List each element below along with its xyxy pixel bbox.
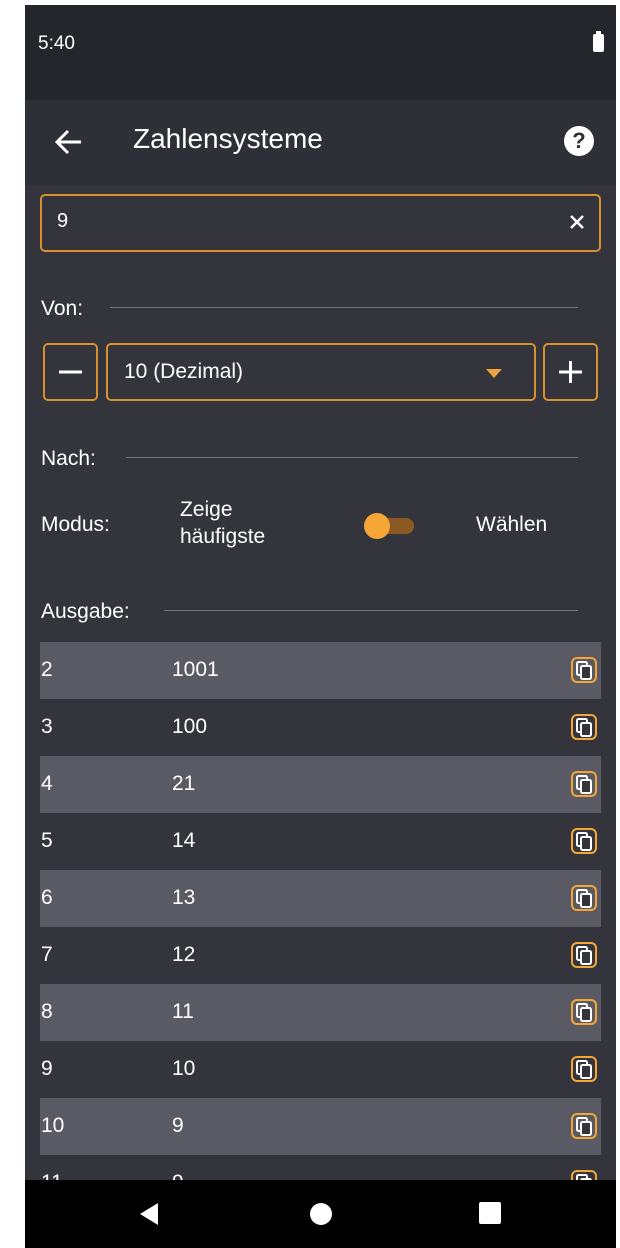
nav-recents-icon[interactable] bbox=[479, 1202, 501, 1229]
mode-option-most-common-line2: häufigste bbox=[180, 525, 266, 548]
nav-home-icon[interactable] bbox=[309, 1202, 333, 1231]
dropdown-arrow-icon[interactable] bbox=[486, 369, 502, 378]
output-row-value: 14 bbox=[172, 829, 196, 852]
output-row-value: 10 bbox=[172, 1057, 196, 1080]
back-arrow-icon[interactable] bbox=[49, 122, 89, 162]
output-row-base: 4 bbox=[41, 772, 53, 795]
from-label: Von: bbox=[41, 297, 84, 320]
to-label: Nach: bbox=[41, 447, 96, 470]
nav-back-icon[interactable] bbox=[138, 1202, 160, 1231]
copy-icon[interactable] bbox=[571, 885, 597, 911]
output-row: 8 11 bbox=[40, 984, 601, 1041]
output-row-value: 9 bbox=[172, 1114, 184, 1137]
output-row: 5 14 bbox=[40, 813, 601, 870]
output-list: 210013100421514613712811910109119 bbox=[40, 642, 601, 1212]
copy-icon[interactable] bbox=[571, 714, 597, 740]
copy-icon[interactable] bbox=[571, 1056, 597, 1082]
status-bar: 5:40 bbox=[25, 5, 616, 100]
battery-icon bbox=[593, 31, 604, 52]
output-row-base: 5 bbox=[41, 829, 53, 852]
from-base-select[interactable]: 10 (Dezimal) bbox=[106, 343, 536, 401]
output-divider bbox=[164, 610, 578, 611]
output-row: 4 21 bbox=[40, 756, 601, 813]
decrement-base-button[interactable] bbox=[43, 343, 98, 401]
copy-icon[interactable] bbox=[571, 1113, 597, 1139]
mode-toggle-thumb bbox=[364, 513, 390, 539]
output-row: 6 13 bbox=[40, 870, 601, 927]
from-divider bbox=[110, 307, 578, 308]
output-row-value: 100 bbox=[172, 715, 208, 738]
number-input[interactable]: 9 bbox=[40, 194, 601, 252]
increment-base-button[interactable] bbox=[543, 343, 598, 401]
mode-toggle[interactable] bbox=[364, 513, 416, 539]
output-row: 9 10 bbox=[40, 1041, 601, 1098]
copy-icon[interactable] bbox=[571, 771, 597, 797]
app-bar: Zahlensysteme ? bbox=[25, 100, 616, 185]
output-row: 3 100 bbox=[40, 699, 601, 756]
output-row: 7 12 bbox=[40, 927, 601, 984]
page-title: Zahlensysteme bbox=[133, 123, 323, 154]
output-row-base: 7 bbox=[41, 943, 53, 966]
output-row-value: 21 bbox=[172, 772, 196, 795]
output-row-value: 11 bbox=[172, 1000, 194, 1023]
mode-option-most-common: Zeige häufigste bbox=[180, 496, 265, 550]
mode-option-most-common-line1: Zeige bbox=[180, 498, 233, 521]
output-row-base: 10 bbox=[41, 1114, 65, 1137]
output-row-value: 13 bbox=[172, 886, 196, 909]
copy-icon[interactable] bbox=[571, 999, 597, 1025]
output-row: 10 9 bbox=[40, 1098, 601, 1155]
from-base-selected[interactable]: 10 (Dezimal) bbox=[124, 360, 243, 384]
output-label: Ausgabe: bbox=[41, 600, 130, 623]
copy-icon[interactable] bbox=[571, 828, 597, 854]
output-row-base: 3 bbox=[41, 715, 53, 738]
copy-icon[interactable] bbox=[571, 657, 597, 683]
mode-option-choose: Wählen bbox=[476, 513, 548, 536]
close-icon[interactable] bbox=[565, 210, 589, 234]
copy-icon[interactable] bbox=[571, 942, 597, 968]
system-nav-bar bbox=[25, 1180, 616, 1248]
phone-screen: 5:40 Zahlensysteme ? 9 Von: 10 (Dezimal) bbox=[25, 5, 616, 1248]
to-divider bbox=[126, 457, 578, 458]
help-icon[interactable]: ? bbox=[564, 126, 594, 156]
output-row-base: 6 bbox=[41, 886, 53, 909]
output-row-value: 12 bbox=[172, 943, 196, 966]
plus-icon bbox=[559, 361, 582, 383]
output-row: 2 1001 bbox=[40, 642, 601, 699]
output-row-base: 2 bbox=[41, 658, 53, 681]
mode-label: Modus: bbox=[41, 513, 110, 536]
output-row-value: 1001 bbox=[172, 658, 219, 681]
output-row-base: 8 bbox=[41, 1000, 53, 1023]
number-input-value[interactable]: 9 bbox=[57, 210, 68, 233]
status-time: 5:40 bbox=[38, 33, 75, 54]
minus-icon bbox=[59, 370, 82, 374]
output-row-base: 9 bbox=[41, 1057, 53, 1080]
